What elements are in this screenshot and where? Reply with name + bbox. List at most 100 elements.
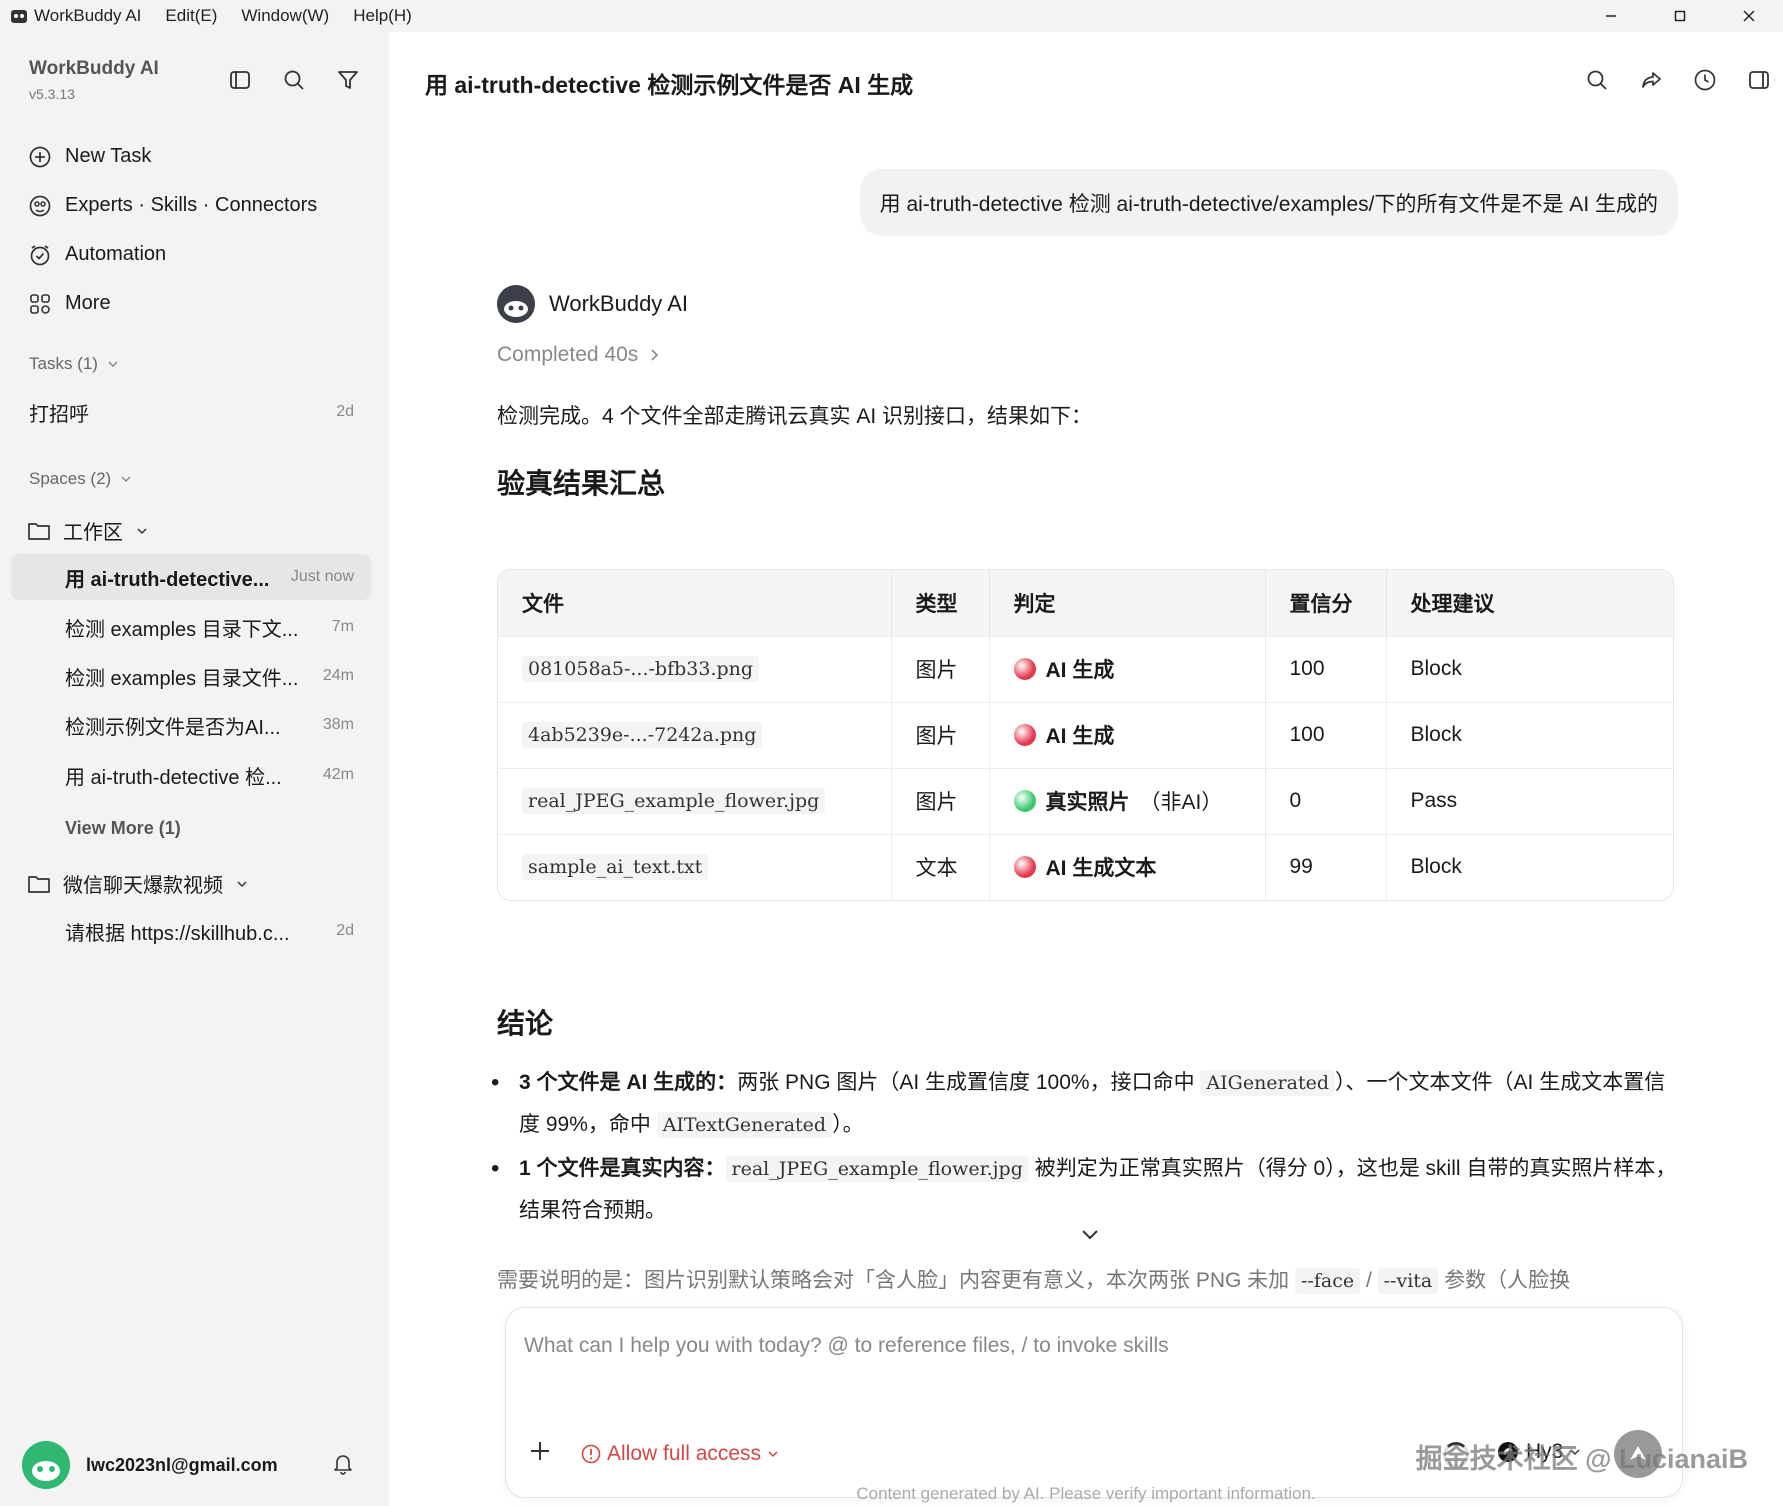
chevron-down-icon <box>108 361 118 368</box>
chevron-down-icon <box>137 527 147 534</box>
completed-status[interactable]: Completed 40s <box>497 343 660 367</box>
page-title: 用 ai-truth-detective 检测示例文件是否 AI 生成 <box>425 72 914 98</box>
assistant-header: WorkBuddy AI <box>497 285 688 323</box>
nav-automation[interactable]: Automation <box>27 230 317 279</box>
app-logo-icon <box>10 7 28 25</box>
search-icon[interactable] <box>1583 66 1611 94</box>
task-title: 检测 examples 目录下文... <box>65 618 299 641</box>
action-cell: Block <box>1386 635 1673 702</box>
scroll-down-icon[interactable] <box>1079 1228 1101 1247</box>
close-window-button[interactable] <box>1714 0 1783 32</box>
spaces-header[interactable]: Spaces (2) <box>29 469 133 489</box>
menu-edit[interactable]: Edit(E) <box>165 6 217 26</box>
bullet-text: ）。 <box>832 1113 864 1136</box>
space-wechat-videos[interactable]: 微信聊天爆款视频 <box>27 869 249 898</box>
task-item[interactable]: 打招呼 2d <box>11 389 371 435</box>
nav-more[interactable]: More <box>27 279 317 328</box>
conclusion-heading: 结论 <box>497 1008 554 1039</box>
bell-icon[interactable] <box>331 1451 355 1480</box>
column-header: 置信分 <box>1265 570 1387 636</box>
plus-circle-icon <box>27 144 53 170</box>
title-bar: WorkBuddy AI Edit(E) Window(W) Help(H) <box>0 0 1783 32</box>
nav-label: More <box>65 292 111 314</box>
verdict-label: AI 生成文本 <box>1045 857 1157 881</box>
message-input[interactable]: What can I help you with today? @ to ref… <box>524 1334 1169 1358</box>
action-cell: Block <box>1386 701 1673 768</box>
space-item[interactable]: 检测 examples 目录文件... 24m <box>11 653 371 699</box>
task-time: 7m <box>331 618 354 635</box>
menu-help[interactable]: Help(H) <box>353 6 412 26</box>
file-name: 081058a5-...-bfb33.png <box>522 656 760 682</box>
intro-text: 检测完成。4 个文件全部走腾讯云真实 AI 识别接口，结果如下： <box>497 405 1093 428</box>
nav-label: Automation <box>65 243 167 265</box>
view-more-link[interactable]: View More (1) <box>65 818 181 839</box>
note-text: 需要说明的是：图片识别默认策略会对「含人脸」内容更有意义，本次两张 PNG 未加… <box>497 1264 1687 1294</box>
bullet-text: 两张 PNG 图片（AI 生成置信度 100%，接口命中 <box>737 1071 1201 1094</box>
space-item[interactable]: 请根据 https://skillhub.c... 2d <box>11 908 371 954</box>
verdict-cell: AI 生成 <box>989 701 1266 768</box>
type-cell: 图片 <box>891 635 990 702</box>
app-name: WorkBuddy AI <box>34 6 142 25</box>
task-title: 检测 examples 目录文件... <box>65 667 299 690</box>
assistant-name: WorkBuddy AI <box>549 291 688 316</box>
tasks-header-label: Tasks (1) <box>29 354 98 373</box>
experts-icon <box>27 193 53 219</box>
main-panel: 用 ai-truth-detective 检测示例文件是否 AI 生成 用 ai… <box>389 32 1783 1506</box>
nav-new-task[interactable]: New Task <box>27 132 317 181</box>
user-message: 用 ai-truth-detective 检测 ai-truth-detecti… <box>859 169 1678 236</box>
spaces-header-label: Spaces (2) <box>29 469 112 488</box>
score-cell: 0 <box>1265 767 1387 834</box>
nav-experts-skills-connectors[interactable]: Experts · Skills · Connectors <box>27 181 317 230</box>
history-icon[interactable] <box>1691 66 1719 94</box>
toggle-sidebar-icon[interactable] <box>226 66 254 94</box>
inline-code: AIGenerated <box>1200 1070 1336 1096</box>
automation-icon <box>27 242 53 268</box>
access-level-dropdown[interactable]: Allow full access <box>581 1442 779 1466</box>
sidebar-nav: New Task Experts · Skills · Connectors A… <box>27 132 317 328</box>
status-dot-icon <box>1013 724 1036 746</box>
task-time: 38m <box>322 716 354 733</box>
type-cell: 图片 <box>891 701 990 768</box>
file-name: real_JPEG_example_flower.jpg <box>522 788 826 814</box>
verdict-note: （非AI） <box>1139 791 1223 814</box>
filter-icon[interactable] <box>334 66 362 94</box>
toggle-panel-icon[interactable] <box>1745 66 1773 94</box>
bullet-bold: 1 个文件是真实内容： <box>519 1157 726 1180</box>
space-item-active[interactable]: 用 ai-truth-detective... Just now <box>11 554 371 600</box>
space-item[interactable]: 检测 examples 目录下文... 7m <box>11 604 371 650</box>
avatar[interactable] <box>22 1441 70 1489</box>
task-title: 用 ai-truth-detective... <box>65 568 270 591</box>
list-item: 3 个文件是 AI 生成的：两张 PNG 图片（AI 生成置信度 100%，接口… <box>491 1062 1679 1146</box>
space-item[interactable]: 用 ai-truth-detective 检... 42m <box>11 752 371 798</box>
file-name: sample_ai_text.txt <box>522 854 709 881</box>
minimize-button[interactable] <box>1576 0 1645 32</box>
search-icon[interactable] <box>280 66 308 94</box>
task-time: Just now <box>290 568 354 585</box>
type-cell: 图片 <box>891 767 990 834</box>
list-item: 1 个文件是真实内容：real_JPEG_example_flower.jpg … <box>491 1148 1679 1231</box>
watermark: 掘金技术社区 @ LucianaiB <box>1415 1444 1748 1474</box>
column-header: 处理建议 <box>1386 570 1673 636</box>
menu-window[interactable]: Window(W) <box>241 6 329 26</box>
status-dot-icon <box>1013 856 1036 879</box>
inline-code: AITextGenerated <box>656 1112 833 1138</box>
add-attachment-button[interactable] <box>528 1438 552 1470</box>
inline-code: real_JPEG_example_flower.jpg <box>725 1156 1029 1182</box>
maximize-button[interactable] <box>1645 0 1714 32</box>
space-workspace[interactable]: 工作区 <box>27 516 149 545</box>
score-cell: 100 <box>1265 635 1387 702</box>
action-cell: Pass <box>1386 767 1673 834</box>
inline-code: --vita <box>1377 1268 1439 1294</box>
share-icon[interactable] <box>1637 66 1665 94</box>
grid-icon <box>27 291 53 317</box>
space-item[interactable]: 检测示例文件是否为AI... 38m <box>11 702 371 748</box>
score-cell: 100 <box>1265 701 1387 768</box>
task-title: 请根据 https://skillhub.c... <box>65 922 290 945</box>
task-title: 检测示例文件是否为AI... <box>65 716 281 739</box>
chevron-down-icon <box>768 1451 778 1458</box>
task-title: 用 ai-truth-detective 检... <box>65 766 282 789</box>
alert-icon <box>581 1444 601 1464</box>
tasks-header[interactable]: Tasks (1) <box>29 354 120 374</box>
task-title: 打招呼 <box>29 403 89 426</box>
space-name: 工作区 <box>63 522 123 544</box>
